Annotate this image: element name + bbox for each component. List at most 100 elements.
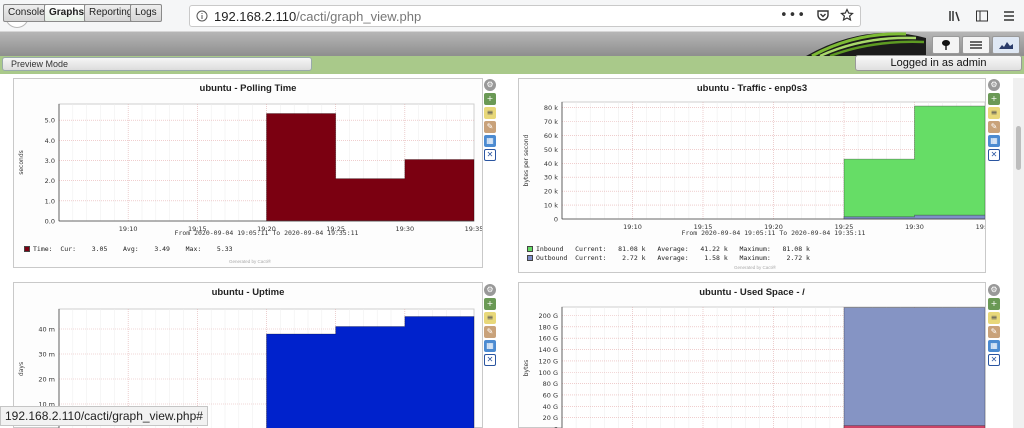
list-view-button[interactable] (962, 36, 990, 54)
y-tick-label: 50 k (544, 146, 558, 154)
y-tick-label: 1.0 (45, 197, 55, 205)
y-tick-label: 30 m (38, 351, 55, 359)
graph-actions-4: ⚙ + ≡ ✎ ▦ ✕ (988, 284, 1001, 366)
y-axis-label: days (18, 362, 25, 376)
edit-icon[interactable]: ✎ (988, 326, 1000, 338)
y-tick-label: 0 (554, 216, 558, 224)
legend-row-inbound: Inbound Current: 81.08 k Average: 41.22 … (527, 245, 810, 253)
chart-icon (999, 42, 1013, 49)
y-tick-label: 2.0 (45, 177, 55, 185)
legend-swatch (527, 255, 533, 261)
x-tick-label: 19:35 (976, 223, 985, 231)
period-label: From 2020-09-04 19:05:11 To 2020-09-04 1… (682, 229, 866, 237)
zoom-icon[interactable]: + (988, 93, 1000, 105)
y-axis-label: seconds (18, 150, 25, 175)
y-tick-label: 40 m (38, 326, 55, 334)
tab-graphs[interactable]: Graphs (44, 4, 90, 22)
y-tick-label: 200 G (538, 312, 558, 320)
y-tick-label: 40 k (544, 160, 558, 168)
list-icon (970, 41, 982, 49)
list-data-icon[interactable]: ≡ (988, 107, 1000, 119)
y-tick-label: 140 G (538, 346, 558, 354)
cacti-logo-swoosh (806, 32, 926, 56)
csv-export-icon[interactable]: ▦ (988, 135, 1000, 147)
polling-time-chart[interactable]: 0.01.02.03.04.05.019:10 19:15 19:20 19:25 19… (14, 95, 482, 240)
y-tick-label: 60 G (543, 391, 558, 399)
info-icon (196, 10, 208, 22)
settings-icon[interactable]: ⚙ (988, 79, 1000, 91)
zoom-icon[interactable]: + (988, 298, 1000, 310)
y-tick-label: 180 G (538, 323, 558, 331)
edit-icon[interactable]: ✎ (988, 121, 1000, 133)
time-span-icon[interactable]: ✕ (988, 354, 1000, 366)
graph-title: ubuntu - Polling Time (199, 83, 297, 94)
y-axis-label: bytes per second (523, 134, 530, 186)
list-data-icon[interactable]: ≡ (484, 107, 496, 119)
graph-panel-polling-time: ubuntu - Polling Time 0.0 1.0 2.0 3.0 4.0 5.0… (13, 78, 483, 268)
y-tick-label: 20 k (544, 188, 558, 196)
generator-credit: Generated by Cacti® (229, 259, 272, 264)
edit-icon[interactable]: ✎ (484, 326, 496, 338)
page-scrollbar[interactable] (1013, 78, 1024, 428)
list-data-icon[interactable]: ≡ (484, 312, 496, 324)
x-tick-label: 19:10 (623, 223, 642, 231)
menu-icon[interactable] (1002, 9, 1016, 23)
y-tick-label: 10 k (544, 202, 558, 210)
url-host: 192.168.2.110 (214, 9, 297, 24)
x-tick-label: 19:35 (465, 225, 482, 233)
zoom-icon[interactable]: + (484, 93, 496, 105)
logged-in-label: Logged in as admin (855, 55, 1022, 71)
used-space-chart[interactable]: 020 G40 G60 G80 G100 G120 G140 G160 G180… (519, 299, 985, 428)
y-tick-label: 30 k (544, 174, 558, 182)
settings-icon[interactable]: ⚙ (988, 284, 1000, 296)
x-tick-label: 19:10 (119, 225, 138, 233)
tab-console[interactable]: Console (3, 4, 50, 22)
preview-mode-label: Preview Mode (2, 57, 312, 71)
y-tick-label: 120 G (538, 357, 558, 365)
edit-icon[interactable]: ✎ (484, 121, 496, 133)
browser-status-bar: 192.168.2.110/cacti/graph_view.php# (0, 406, 208, 426)
time-span-icon[interactable]: ✕ (484, 149, 496, 161)
more-actions-icon[interactable]: ••• (780, 8, 806, 23)
zoom-icon[interactable]: + (484, 298, 496, 310)
graph-title: ubuntu - Used Space - / (699, 287, 805, 298)
series-area (843, 307, 985, 428)
y-tick-label: 80 G (543, 380, 558, 388)
bookmark-star-icon[interactable] (840, 8, 854, 22)
settings-icon[interactable]: ⚙ (484, 284, 496, 296)
library-icon[interactable] (948, 9, 962, 23)
legend-swatch (24, 246, 30, 252)
graph-panel-traffic: ubuntu - Traffic - enp0s3 0 10 k 20 k 30 k 4… (518, 78, 986, 273)
legend-row: Time: Cur: 3.05 Avg: 3.49 Max: 5.33 (24, 245, 233, 253)
legend-row-outbound: Outbound Current: 2.72 k Average: 1.58 k… (527, 254, 810, 262)
legend-swatch (527, 246, 533, 252)
pocket-icon[interactable] (816, 8, 830, 22)
y-tick-label: 3.0 (45, 157, 55, 165)
list-data-icon[interactable]: ≡ (988, 312, 1000, 324)
graph-actions-1: ⚙ + ≡ ✎ ▦ ✕ (484, 79, 497, 161)
settings-icon[interactable]: ⚙ (484, 79, 496, 91)
tab-logs[interactable]: Logs (130, 4, 162, 22)
legend-text: Inbound Current: 81.08 k Average: 41.22 … (536, 245, 810, 253)
scrollbar-thumb[interactable] (1016, 126, 1021, 170)
period-label: From 2020-09-04 19:05:11 To 2020-09-04 1… (175, 229, 359, 237)
time-span-icon[interactable]: ✕ (484, 354, 496, 366)
y-tick-label: 0.0 (45, 218, 55, 226)
graph-title: ubuntu - Uptime (211, 287, 285, 298)
y-axis-label: bytes (523, 360, 530, 377)
csv-export-icon[interactable]: ▦ (484, 340, 496, 352)
traffic-chart[interactable]: 0 10 k 20 k 30 k 40 k 50 k 60 k 70 k 80 k 19:10 19… (519, 95, 985, 240)
url-text: 192.168.2.110/cacti/graph_view.php (214, 9, 421, 24)
legend-text: Outbound Current: 2.72 k Average: 1.58 k… (536, 254, 810, 262)
y-tick-label: 40 G (543, 403, 558, 411)
x-tick-label: 19:30 (905, 223, 924, 231)
csv-export-icon[interactable]: ▦ (988, 340, 1000, 352)
sidebar-icon[interactable] (975, 9, 989, 23)
url-bar[interactable]: 192.168.2.110/cacti/graph_view.php ••• (189, 5, 861, 27)
time-span-icon[interactable]: ✕ (988, 149, 1000, 161)
csv-export-icon[interactable]: ▦ (484, 135, 496, 147)
graph-actions-2: ⚙ + ≡ ✎ ▦ ✕ (988, 79, 1001, 161)
preview-view-button[interactable] (992, 36, 1020, 54)
generator-credit: Generated by Cacti® (734, 265, 777, 270)
tree-view-button[interactable] (932, 36, 960, 54)
